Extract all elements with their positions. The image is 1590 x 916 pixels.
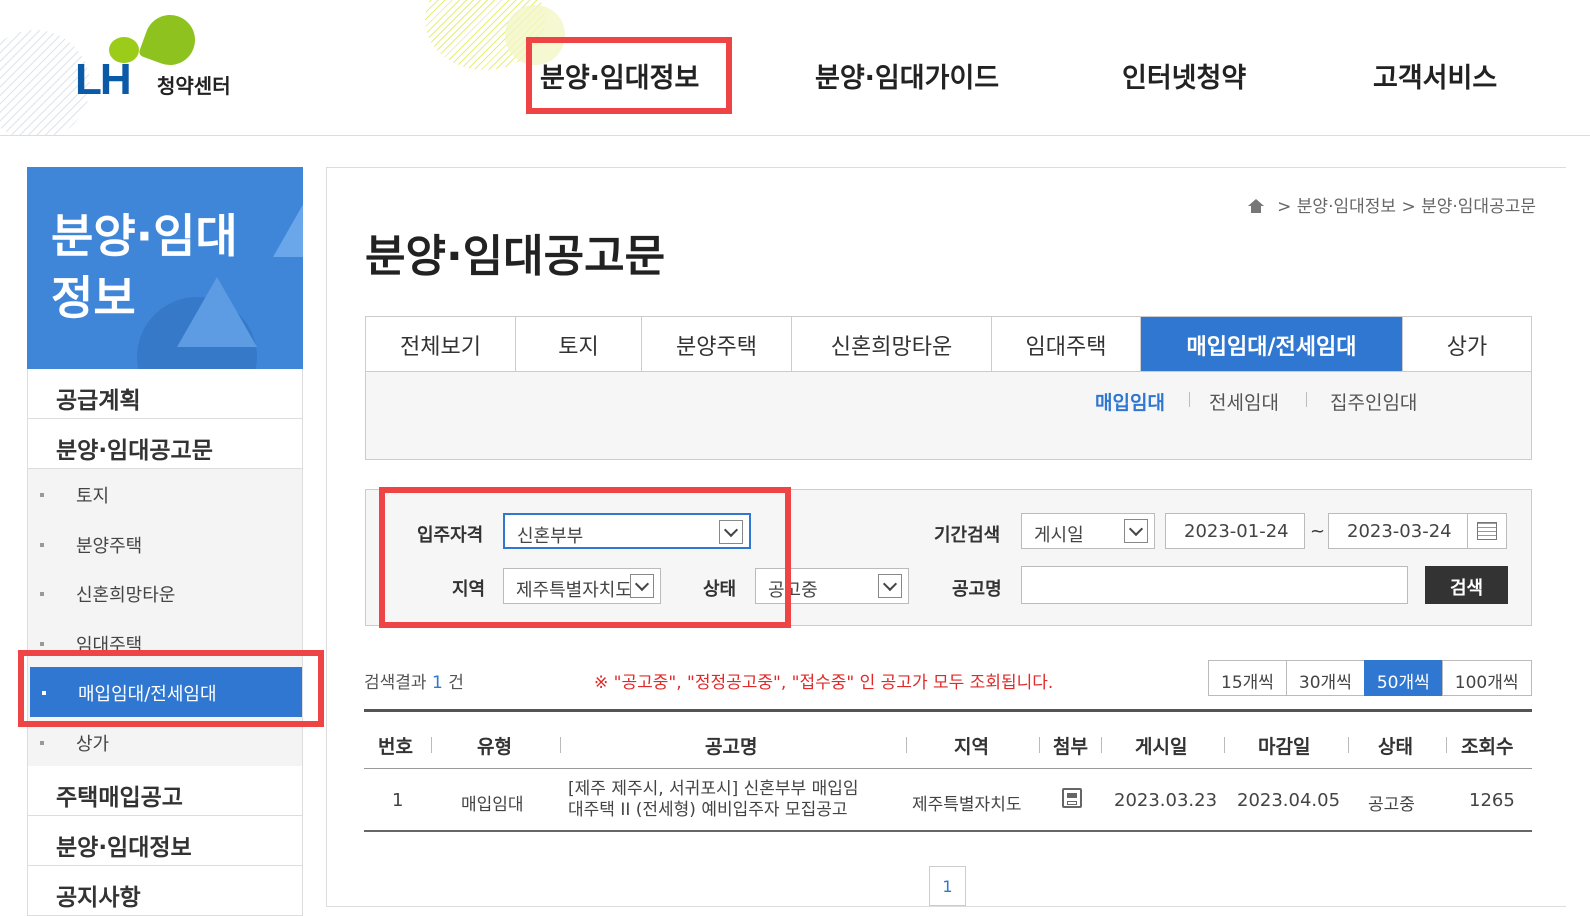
logo-leaf-icon (137, 7, 203, 73)
logo-subtitle: 청약센터 (157, 74, 231, 98)
site-header: LH 청약센터 분양·임대정보 분양·임대가이드 인터넷청약 고객서비스 (0, 0, 1590, 136)
result-count: 검색결과 1 건 (364, 668, 464, 693)
subtab-purchase-rental[interactable]: 매입임대 (1095, 388, 1165, 415)
col-views: 조회수 (1461, 736, 1514, 758)
tab-sale-housing[interactable]: 분양주택 (642, 317, 792, 371)
col-attachment: 첨부 (1053, 736, 1088, 758)
date-from-input[interactable]: 2023-01-24 (1165, 513, 1305, 549)
notice-name-input[interactable] (1021, 566, 1408, 604)
sidebar-sub-land[interactable]: 토지 (28, 469, 302, 519)
notice-name-label: 공고명 (952, 579, 1002, 600)
sidebar-header: 분양·임대 정보 (27, 167, 303, 369)
period-label: 기간검색 (934, 525, 1001, 546)
chevron-down-icon (1124, 519, 1148, 543)
calendar-icon[interactable] (1467, 513, 1507, 549)
sidebar-item-notices[interactable]: 분양·임대공고문 (27, 419, 303, 469)
page-number-current[interactable]: 1 (929, 866, 966, 906)
sidebar-title-line2: 정보 (51, 271, 136, 325)
breadcrumb-separator: > (1401, 197, 1416, 217)
search-notice: ※ "공고중", "정정공고중", "접수중" 인 공고가 모두 조회됩니다. (594, 673, 1054, 693)
breadcrumb: > 분양·임대정보 > 분양·임대공고문 (1247, 192, 1536, 217)
tab-commercial[interactable]: 상가 (1403, 317, 1531, 371)
tab-rental-housing[interactable]: 임대주택 (992, 317, 1141, 371)
col-posted: 게시일 (1135, 736, 1188, 758)
row-title-link[interactable]: [제주 제주시, 서귀포시] 신혼부부 매입임 대주택 II (전세형) 예비입… (568, 779, 898, 821)
table-header: 번호 유형 공고명 지역 첨부 게시일 마감일 상태 조회수 (364, 709, 1532, 769)
nav-guide[interactable]: 분양·임대가이드 (815, 56, 999, 95)
category-tabs: 전체보기 토지 분양주택 신혼희망타운 임대주택 매입임대/전세임대 상가 (365, 316, 1532, 372)
col-divider (1224, 737, 1225, 753)
sidebar-sub-newlywed-town[interactable]: 신혼희망타운 (28, 568, 302, 618)
row-type: 매입임대 (461, 795, 524, 815)
breadcrumb-separator: > (1277, 197, 1292, 217)
col-title: 공고명 (705, 736, 758, 758)
row-posted-date: 2023.03.23 (1114, 790, 1218, 811)
page-size-15[interactable]: 15개씩 (1208, 660, 1287, 696)
highlight-box (526, 37, 732, 114)
col-divider (1101, 737, 1102, 753)
sidebar: 분양·임대 정보 공급계획 분양·임대공고문 토지 분양주택 신혼희망타운 임대… (27, 167, 303, 916)
col-region: 지역 (954, 736, 989, 758)
subtab-lease-rental[interactable]: 전세임대 (1209, 388, 1279, 415)
page-size-100[interactable]: 100개씩 (1441, 660, 1532, 696)
date-to-input[interactable]: 2023-03-24 (1328, 513, 1468, 549)
breadcrumb-level1[interactable]: 분양·임대정보 (1297, 197, 1396, 217)
row-status: 공고중 (1368, 795, 1415, 815)
col-divider (560, 737, 561, 753)
date-range-tilde: ~ (1310, 521, 1326, 542)
row-title-line1: [제주 제주시, 서귀포시] 신혼부부 매입임 (568, 779, 859, 799)
col-divider (431, 737, 432, 753)
tab-newlywed-town[interactable]: 신혼희망타운 (792, 317, 992, 371)
notice-table: 번호 유형 공고명 지역 첨부 게시일 마감일 상태 조회수 1 매입임대 [제… (364, 709, 1532, 832)
sidebar-item-info[interactable]: 분양·임대정보 (27, 816, 303, 866)
result-prefix: 검색결과 (364, 673, 427, 693)
subtab-divider (1189, 392, 1190, 407)
subtab-divider (1306, 392, 1307, 407)
lh-logo[interactable]: LH 청약센터 (75, 7, 275, 105)
nav-apply[interactable]: 인터넷청약 (1122, 56, 1246, 95)
col-status: 상태 (1378, 736, 1413, 758)
row-region: 제주특별자치도 (912, 795, 1022, 815)
col-deadline: 마감일 (1258, 736, 1311, 758)
col-number: 번호 (378, 736, 413, 758)
period-type-value: 게시일 (1034, 525, 1084, 546)
page-size-30[interactable]: 30개씩 (1285, 660, 1365, 696)
sub-tabs: 매입임대 전세임대 집주인임대 (365, 372, 1532, 460)
page-size-selector: 15개씩 30개씩 50개씩 100개씩 (1208, 660, 1532, 696)
sidebar-title-line1: 분양·임대 (51, 209, 238, 263)
sidebar-title: 분양·임대 정보 (51, 205, 281, 329)
col-type: 유형 (477, 736, 512, 758)
tab-land[interactable]: 토지 (516, 317, 642, 371)
sidebar-item-supply-plan[interactable]: 공급계획 (27, 369, 303, 419)
nav-customer-service[interactable]: 고객서비스 (1373, 56, 1497, 95)
page-title: 분양·임대공고문 (365, 231, 666, 282)
sidebar-sub-sale-housing[interactable]: 분양주택 (28, 519, 302, 569)
col-divider (1446, 737, 1447, 753)
row-title-line2: 대주택 II (전세형) 예비입주자 모집공고 (568, 800, 848, 820)
sidebar-item-purchase-notice[interactable]: 주택매입공고 (27, 766, 303, 816)
col-divider (1348, 737, 1349, 753)
result-number: 1 (431, 673, 443, 693)
result-suffix: 건 (448, 673, 464, 693)
row-deadline-date: 2023.04.05 (1237, 790, 1341, 811)
col-divider (906, 737, 907, 753)
page-size-50[interactable]: 50개씩 (1363, 660, 1443, 696)
highlight-box (379, 487, 791, 628)
subtab-landlord-rental[interactable]: 집주인임대 (1330, 388, 1417, 415)
search-button[interactable]: 검색 (1425, 566, 1508, 604)
tab-purchase-lease[interactable]: 매입임대/전세임대 (1141, 317, 1403, 371)
col-divider (1039, 737, 1040, 753)
logo-text: LH (75, 55, 132, 104)
document-icon[interactable] (1062, 788, 1082, 808)
sidebar-item-announcements[interactable]: 공지사항 (27, 866, 303, 916)
period-type-select[interactable]: 게시일 (1021, 513, 1155, 549)
row-number: 1 (392, 790, 404, 811)
breadcrumb-level2[interactable]: 분양·임대공고문 (1421, 197, 1536, 217)
highlight-box (18, 650, 324, 727)
table-row[interactable]: 1 매입임대 [제주 제주시, 서귀포시] 신혼부부 매입임 대주택 II (전… (364, 769, 1532, 832)
row-views: 1265 (1469, 790, 1515, 811)
home-icon[interactable] (1247, 199, 1264, 213)
chevron-down-icon (878, 574, 902, 598)
tab-all[interactable]: 전체보기 (366, 317, 516, 371)
